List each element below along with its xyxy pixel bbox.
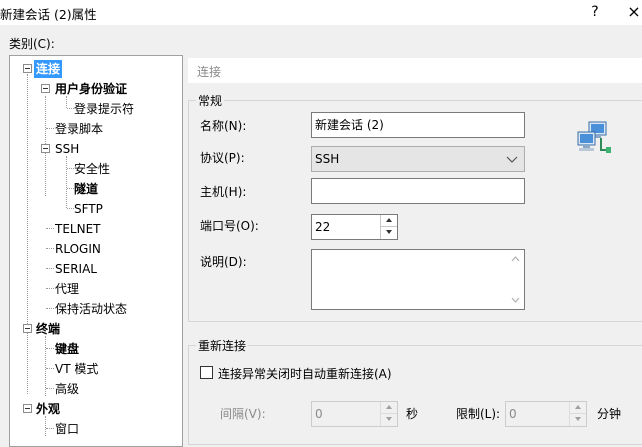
tree-item-sftp[interactable]: SFTP [74, 200, 103, 218]
interval-label: 间隔(V): [220, 407, 266, 421]
port-spinner[interactable]: 22 [311, 214, 398, 240]
general-group-title: 常规 [196, 92, 225, 109]
section-header-title: 连接 [197, 65, 222, 79]
port-value: 22 [315, 220, 331, 234]
name-label: 名称(N): [200, 119, 247, 133]
tree-item-proxy[interactable]: 代理 [55, 280, 79, 298]
protocol-select[interactable]: SSH [311, 146, 525, 172]
auto-reconnect-label[interactable]: 连接异常关闭时自动重新连接(A) [218, 365, 392, 382]
tree-item-advanced[interactable]: 高级 [55, 380, 79, 398]
tree-item-login-prompts[interactable]: 登录提示符 [74, 100, 134, 118]
window-title: 新建会话 (2)属性 [0, 7, 97, 22]
expand-toggle-icon[interactable] [41, 144, 50, 153]
category-tree[interactable]: 连接 用户身份验证 登录提示符 登录脚本 SSH 安全性 隧道 SFTP TEL… [9, 55, 183, 447]
tree-item-rlogin[interactable]: RLOGIN [55, 240, 101, 258]
interval-spinner[interactable]: 0 [311, 401, 398, 427]
tree-item-ssh[interactable]: SSH [55, 140, 79, 158]
host-label: 主机(H): [200, 185, 247, 199]
tree-item-security[interactable]: 安全性 [74, 160, 110, 178]
limit-label: 限制(L): [456, 407, 501, 421]
tree-item-login-script[interactable]: 登录脚本 [55, 120, 103, 138]
interval-unit: 秒 [406, 407, 419, 421]
tree-item-connection[interactable]: 连接 [34, 60, 63, 78]
tree-item-keep-alive[interactable]: 保持活动状态 [55, 300, 127, 318]
expand-toggle-icon[interactable] [23, 404, 32, 413]
protocol-select-value: SSH [315, 152, 340, 166]
title-bar: 新建会话 (2)属性 ? × [0, 0, 642, 25]
caret-up-icon [386, 218, 392, 222]
expand-toggle-icon[interactable] [23, 324, 32, 333]
reconnect-group [188, 345, 642, 445]
caret-up-icon [575, 405, 581, 409]
host-input[interactable] [311, 178, 525, 204]
caret-down-icon [386, 417, 392, 421]
limit-value: 0 [509, 407, 517, 421]
caret-down-icon [575, 417, 581, 421]
name-input[interactable]: 新建会话 (2) [311, 112, 525, 138]
description-textarea[interactable] [311, 249, 525, 310]
tree-item-terminal[interactable]: 终端 [36, 320, 60, 338]
limit-unit: 分钟 [597, 407, 622, 421]
protocol-label: 协议(P): [200, 151, 245, 165]
chevron-down-icon [506, 156, 518, 163]
limit-increment-button[interactable] [570, 402, 586, 414]
close-button[interactable]: × [626, 2, 642, 22]
section-header: 连接 [188, 58, 642, 83]
tree-item-window[interactable]: 窗口 [55, 420, 79, 438]
expand-toggle-icon[interactable] [41, 84, 50, 93]
caret-down-icon [386, 230, 392, 234]
interval-increment-button[interactable] [381, 402, 397, 414]
help-button[interactable]: ? [586, 2, 604, 22]
port-label: 端口号(O): [200, 219, 259, 233]
auto-reconnect-checkbox[interactable] [200, 366, 213, 379]
interval-decrement-button[interactable] [381, 414, 397, 426]
port-increment-button[interactable] [381, 215, 397, 227]
network-computers-icon [577, 121, 611, 153]
description-scrollbar[interactable] [507, 250, 524, 309]
reconnect-group-title: 重新连接 [196, 337, 249, 354]
tree-item-vt-modes[interactable]: VT 模式 [55, 360, 98, 378]
interval-value: 0 [315, 407, 323, 421]
tree-item-user-auth[interactable]: 用户身份验证 [55, 80, 127, 98]
tree-item-serial[interactable]: SERIAL [55, 260, 97, 278]
caret-up-icon [386, 405, 392, 409]
tree-item-telnet[interactable]: TELNET [55, 220, 101, 238]
limit-spinner[interactable]: 0 [505, 401, 587, 427]
tree-item-keyboard[interactable]: 键盘 [55, 340, 79, 358]
scroll-arrows-icon [511, 256, 520, 303]
expand-toggle-icon[interactable] [23, 64, 32, 73]
port-decrement-button[interactable] [381, 227, 397, 239]
limit-decrement-button[interactable] [570, 414, 586, 426]
tree-item-appearance[interactable]: 外观 [36, 400, 60, 418]
category-label: 类别(C): [9, 37, 55, 51]
description-label: 说明(D): [200, 255, 247, 269]
tree-item-tunneling[interactable]: 隧道 [74, 180, 98, 198]
